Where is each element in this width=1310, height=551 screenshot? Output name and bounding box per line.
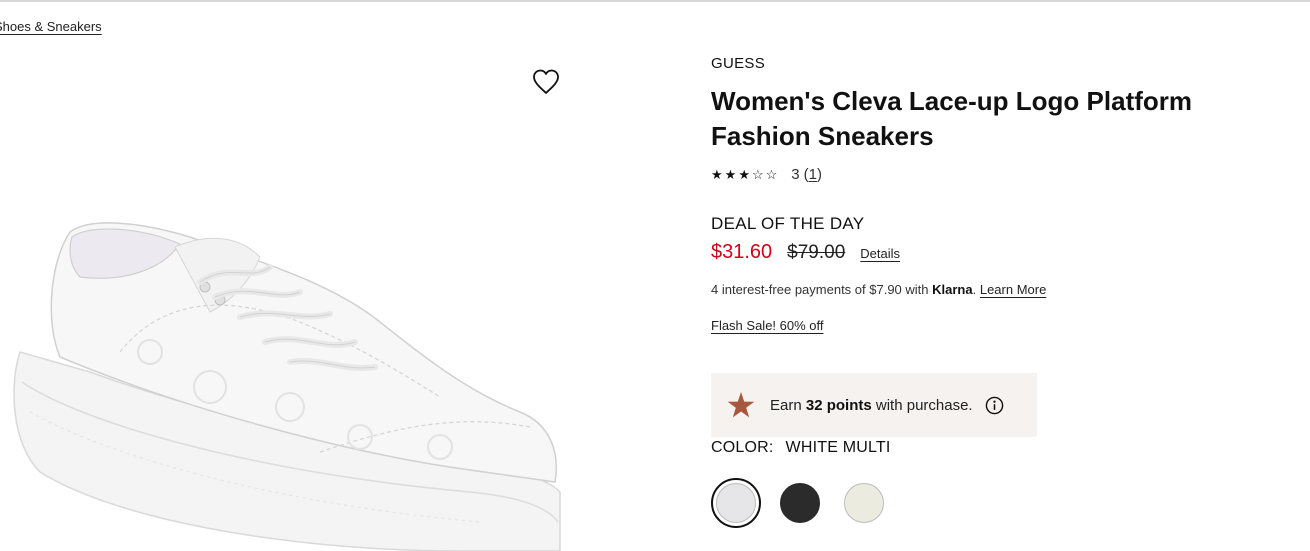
klarna-payments: 4 interest-free payments of $7.90 with K… xyxy=(711,282,1046,297)
swatch-white-multi[interactable] xyxy=(711,478,761,528)
product-title: Women's Cleva Lace-up Logo Platform Fash… xyxy=(711,86,1192,151)
rating-value: 3 xyxy=(791,166,800,183)
product-image-area[interactable] xyxy=(0,52,590,551)
product-image xyxy=(13,222,561,551)
color-value: WHITE MULTI xyxy=(785,439,891,456)
color-swatches xyxy=(711,478,889,528)
brand-name[interactable]: GUESS xyxy=(711,55,765,72)
flash-sale-link[interactable]: Flash Sale! 60% off xyxy=(711,318,824,333)
points-prefix: Earn xyxy=(770,396,806,414)
price-details-link[interactable]: Details xyxy=(860,246,900,261)
swatch-black[interactable] xyxy=(775,478,825,528)
breadcrumb-link[interactable]: Shoes & Sneakers xyxy=(0,19,102,34)
klarna-text: 4 interest-free payments of $7.90 with xyxy=(711,282,933,297)
deal-label: DEAL OF THE DAY xyxy=(711,214,865,233)
swatch-cream[interactable] xyxy=(839,478,889,528)
heart-outline-icon xyxy=(533,69,559,94)
original-price: $79.00 xyxy=(787,242,846,263)
wishlist-button[interactable] xyxy=(531,67,561,97)
rating-summary[interactable]: ★ ★ ★ ☆ ☆ 3 (1) xyxy=(711,166,822,183)
points-suffix: with purchase. xyxy=(871,396,973,414)
top-divider xyxy=(0,0,1310,2)
color-selection-label: COLOR: WHITE MULTI xyxy=(711,439,891,457)
star-empty-icon: ☆ xyxy=(751,166,764,182)
klarna-separator: . xyxy=(972,282,977,297)
sale-price: $31.60 xyxy=(711,241,773,263)
klarna-logo: Klarna xyxy=(932,282,973,297)
swatch-color xyxy=(780,483,820,523)
info-circle-icon[interactable] xyxy=(985,396,1004,415)
swatch-color xyxy=(844,483,884,523)
star-icon xyxy=(727,392,755,418)
star-filled-icon: ★ xyxy=(738,166,750,182)
points-text: Earn 32 points with purchase. xyxy=(770,397,973,414)
star-filled-icon: ★ xyxy=(711,166,723,182)
review-count: 1 xyxy=(808,166,817,183)
review-count-link[interactable]: (1) xyxy=(804,166,822,183)
rating-stars: ★ ★ ★ ☆ ☆ xyxy=(711,167,777,183)
points-amount: 32 points xyxy=(805,396,872,414)
klarna-learn-more-link[interactable]: Learn More xyxy=(980,282,1046,297)
price-row: $31.60 $79.00 Details xyxy=(711,241,900,264)
rewards-points-banner: Earn 32 points with purchase. xyxy=(711,373,1037,437)
star-filled-icon: ★ xyxy=(724,166,737,182)
swatch-color xyxy=(716,483,756,523)
star-empty-icon: ☆ xyxy=(765,166,778,182)
color-label: COLOR: xyxy=(711,439,774,456)
